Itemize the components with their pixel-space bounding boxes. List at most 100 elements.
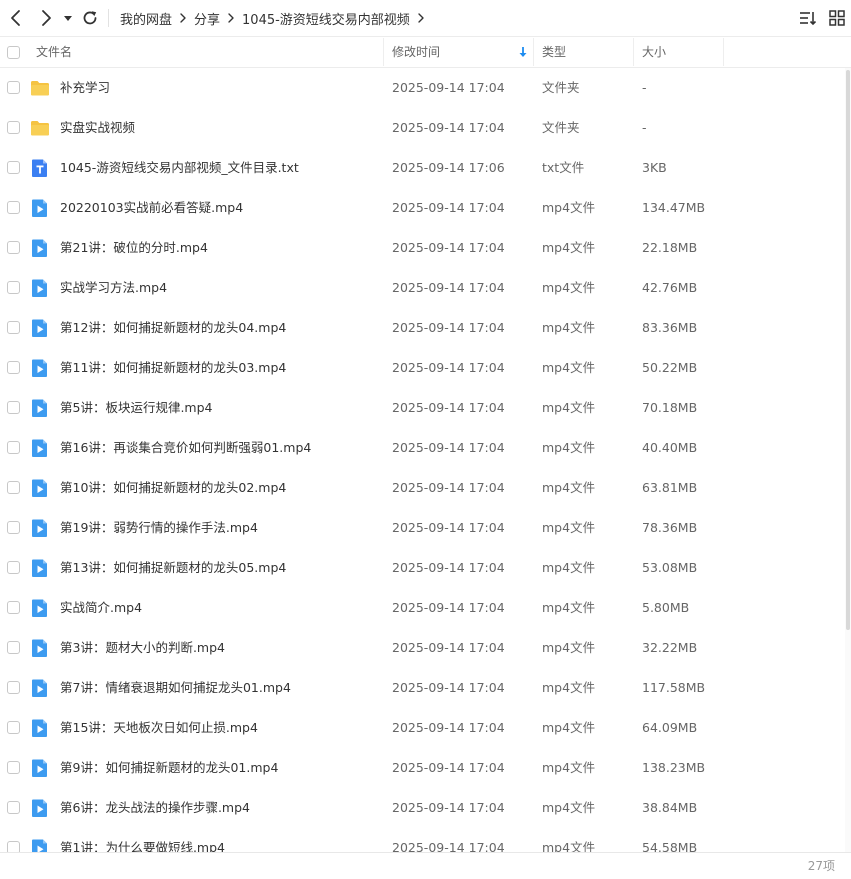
file-size: 54.58MB <box>642 840 698 852</box>
row-checkbox[interactable] <box>7 401 20 414</box>
file-modified-time: 2025-09-14 17:04 <box>392 560 505 575</box>
file-row[interactable]: 第5讲：板块运行规律.mp4 2025-09-14 17:04 mp4文件 70.18… <box>0 388 845 428</box>
refresh-icon <box>83 11 97 25</box>
file-row[interactable]: 实战简介.mp4 2025-09-14 17:04 mp4文件 5.80MB <box>0 588 845 628</box>
file-size: 78.36MB <box>642 520 698 535</box>
file-modified-time: 2025-09-14 17:04 <box>392 320 505 335</box>
view-mode-button[interactable] <box>828 9 846 27</box>
file-type: 文件夹 <box>542 120 580 135</box>
history-dropdown-button[interactable] <box>62 8 74 28</box>
file-size: - <box>642 120 647 135</box>
sort-button[interactable] <box>799 9 817 27</box>
file-size: 138.23MB <box>642 760 706 775</box>
file-size: 53.08MB <box>642 560 698 575</box>
breadcrumb-item-current-folder[interactable]: 1045-游资短线交易内部视频 <box>242 9 410 28</box>
row-checkbox[interactable] <box>7 801 20 814</box>
forward-button[interactable] <box>36 8 56 28</box>
row-checkbox[interactable] <box>7 81 20 94</box>
file-row[interactable]: 第11讲：如何捕捉新题材的龙头03.mp4 2025-09-14 17:04 mp4… <box>0 348 845 388</box>
file-row[interactable]: 补充学习 2025-09-14 17:04 文件夹 - <box>0 68 845 108</box>
file-modified-time: 2025-09-14 17:04 <box>392 640 505 655</box>
column-divider <box>533 38 534 66</box>
row-checkbox[interactable] <box>7 121 20 134</box>
file-row[interactable]: 第6讲：龙头战法的操作步骤.mp4 2025-09-14 17:04 mp4文件 38… <box>0 788 845 828</box>
column-header-name[interactable]: 文件名 <box>36 37 72 67</box>
file-modified-time: 2025-09-14 17:04 <box>392 720 505 735</box>
file-size: 63.81MB <box>642 480 698 495</box>
item-count: 27项 <box>807 859 835 873</box>
refresh-button[interactable] <box>80 8 100 28</box>
file-row[interactable]: 第1讲：为什么要做短线.mp4 2025-09-14 17:04 mp4文件 54.5… <box>0 828 845 852</box>
row-checkbox[interactable] <box>7 441 20 454</box>
back-button[interactable] <box>6 8 26 28</box>
row-checkbox[interactable] <box>7 681 20 694</box>
row-checkbox[interactable] <box>7 721 20 734</box>
file-name: 第13讲：如何捕捉新题材的龙头05.mp4 <box>60 560 287 575</box>
file-row[interactable]: 第10讲：如何捕捉新题材的龙头02.mp4 2025-09-14 17:04 mp4… <box>0 468 845 508</box>
file-name: 20220103实战前必看答疑.mp4 <box>60 200 244 215</box>
file-modified-time: 2025-09-14 17:04 <box>392 280 505 295</box>
breadcrumb: 我的网盘 分享 1045-游资短线交易内部视频 <box>120 0 432 36</box>
file-row[interactable]: 实盘实战视频 2025-09-14 17:04 文件夹 - <box>0 108 845 148</box>
file-type: mp4文件 <box>542 200 596 215</box>
file-row[interactable]: 1045-游资短线交易内部视频_文件目录.txt 2025-09-14 17:06… <box>0 148 845 188</box>
file-modified-time: 2025-09-14 17:04 <box>392 800 505 815</box>
file-name: 补充学习 <box>60 80 111 95</box>
breadcrumb-item-share[interactable]: 分享 <box>194 9 220 28</box>
file-size: - <box>642 80 647 95</box>
file-modified-time: 2025-09-14 17:04 <box>392 600 505 615</box>
row-checkbox[interactable] <box>7 241 20 254</box>
file-row[interactable]: 20220103实战前必看答疑.mp4 2025-09-14 17:04 mp4文件… <box>0 188 845 228</box>
file-size: 64.09MB <box>642 720 698 735</box>
file-name: 实战学习方法.mp4 <box>60 280 168 295</box>
row-checkbox[interactable] <box>7 761 20 774</box>
video-file-icon <box>30 798 50 818</box>
sort-desc-arrow-icon[interactable] <box>518 46 528 58</box>
file-size: 117.58MB <box>642 680 706 695</box>
file-row[interactable]: 第3讲：题材大小的判断.mp4 2025-09-14 17:04 mp4文件 32.2… <box>0 628 845 668</box>
vertical-scrollbar[interactable] <box>845 68 851 852</box>
row-checkbox[interactable] <box>7 841 20 852</box>
file-row[interactable]: 第16讲：再谈集合竞价如何判断强弱01.mp4 2025-09-14 17:04 m… <box>0 428 845 468</box>
file-type: mp4文件 <box>542 520 596 535</box>
file-name: 第21讲：破位的分时.mp4 <box>60 240 208 255</box>
scrollbar-thumb[interactable] <box>846 70 850 630</box>
file-row[interactable]: 第19讲：弱势行情的操作手法.mp4 2025-09-14 17:04 mp4文件 7… <box>0 508 845 548</box>
file-row[interactable]: 第9讲：如何捕捉新题材的龙头01.mp4 2025-09-14 17:04 mp4文… <box>0 748 845 788</box>
column-divider <box>633 38 634 66</box>
file-row[interactable]: 第13讲：如何捕捉新题材的龙头05.mp4 2025-09-14 17:04 mp4… <box>0 548 845 588</box>
video-file-icon <box>30 478 50 498</box>
file-name: 第6讲：龙头战法的操作步骤.mp4 <box>60 800 250 815</box>
column-header-size[interactable]: 大小 <box>642 37 666 67</box>
file-name: 第7讲：情绪衰退期如何捕捉龙头01.mp4 <box>60 680 291 695</box>
file-row[interactable]: 第15讲：天地板次日如何止损.mp4 2025-09-14 17:04 mp4文件 6… <box>0 708 845 748</box>
file-list: 补充学习 2025-09-14 17:04 文件夹 - 实盘实战视频 2025-09-14… <box>0 68 851 852</box>
file-row[interactable]: 第12讲：如何捕捉新题材的龙头04.mp4 2025-09-14 17:04 mp4… <box>0 308 845 348</box>
column-header-type[interactable]: 类型 <box>542 37 566 67</box>
file-name: 1045-游资短线交易内部视频_文件目录.txt <box>60 160 299 175</box>
file-modified-time: 2025-09-14 17:04 <box>392 680 505 695</box>
row-checkbox[interactable] <box>7 641 20 654</box>
file-row[interactable]: 第7讲：情绪衰退期如何捕捉龙头01.mp4 2025-09-14 17:04 mp4… <box>0 668 845 708</box>
file-type: mp4文件 <box>542 640 596 655</box>
file-modified-time: 2025-09-14 17:06 <box>392 160 505 175</box>
row-checkbox[interactable] <box>7 361 20 374</box>
row-checkbox[interactable] <box>7 201 20 214</box>
row-checkbox[interactable] <box>7 601 20 614</box>
row-checkbox[interactable] <box>7 561 20 574</box>
row-checkbox[interactable] <box>7 161 20 174</box>
row-checkbox[interactable] <box>7 321 20 334</box>
column-header-modified-time[interactable]: 修改时间 <box>392 37 440 67</box>
column-divider <box>723 38 724 66</box>
row-checkbox[interactable] <box>7 481 20 494</box>
breadcrumb-item-my-drive[interactable]: 我的网盘 <box>120 9 172 28</box>
row-checkbox[interactable] <box>7 281 20 294</box>
file-name: 第15讲：天地板次日如何止损.mp4 <box>60 720 258 735</box>
file-row[interactable]: 第21讲：破位的分时.mp4 2025-09-14 17:04 mp4文件 22.18… <box>0 228 845 268</box>
file-row[interactable]: 实战学习方法.mp4 2025-09-14 17:04 mp4文件 42.76MB <box>0 268 845 308</box>
text-file-icon <box>30 158 50 178</box>
row-checkbox[interactable] <box>7 521 20 534</box>
file-browser-window: 我的网盘 分享 1045-游资短线交易内部视频 文件名 修改时间 类型 大小 补… <box>0 0 851 879</box>
chevron-right-icon <box>410 11 432 26</box>
select-all-checkbox[interactable] <box>7 46 20 59</box>
